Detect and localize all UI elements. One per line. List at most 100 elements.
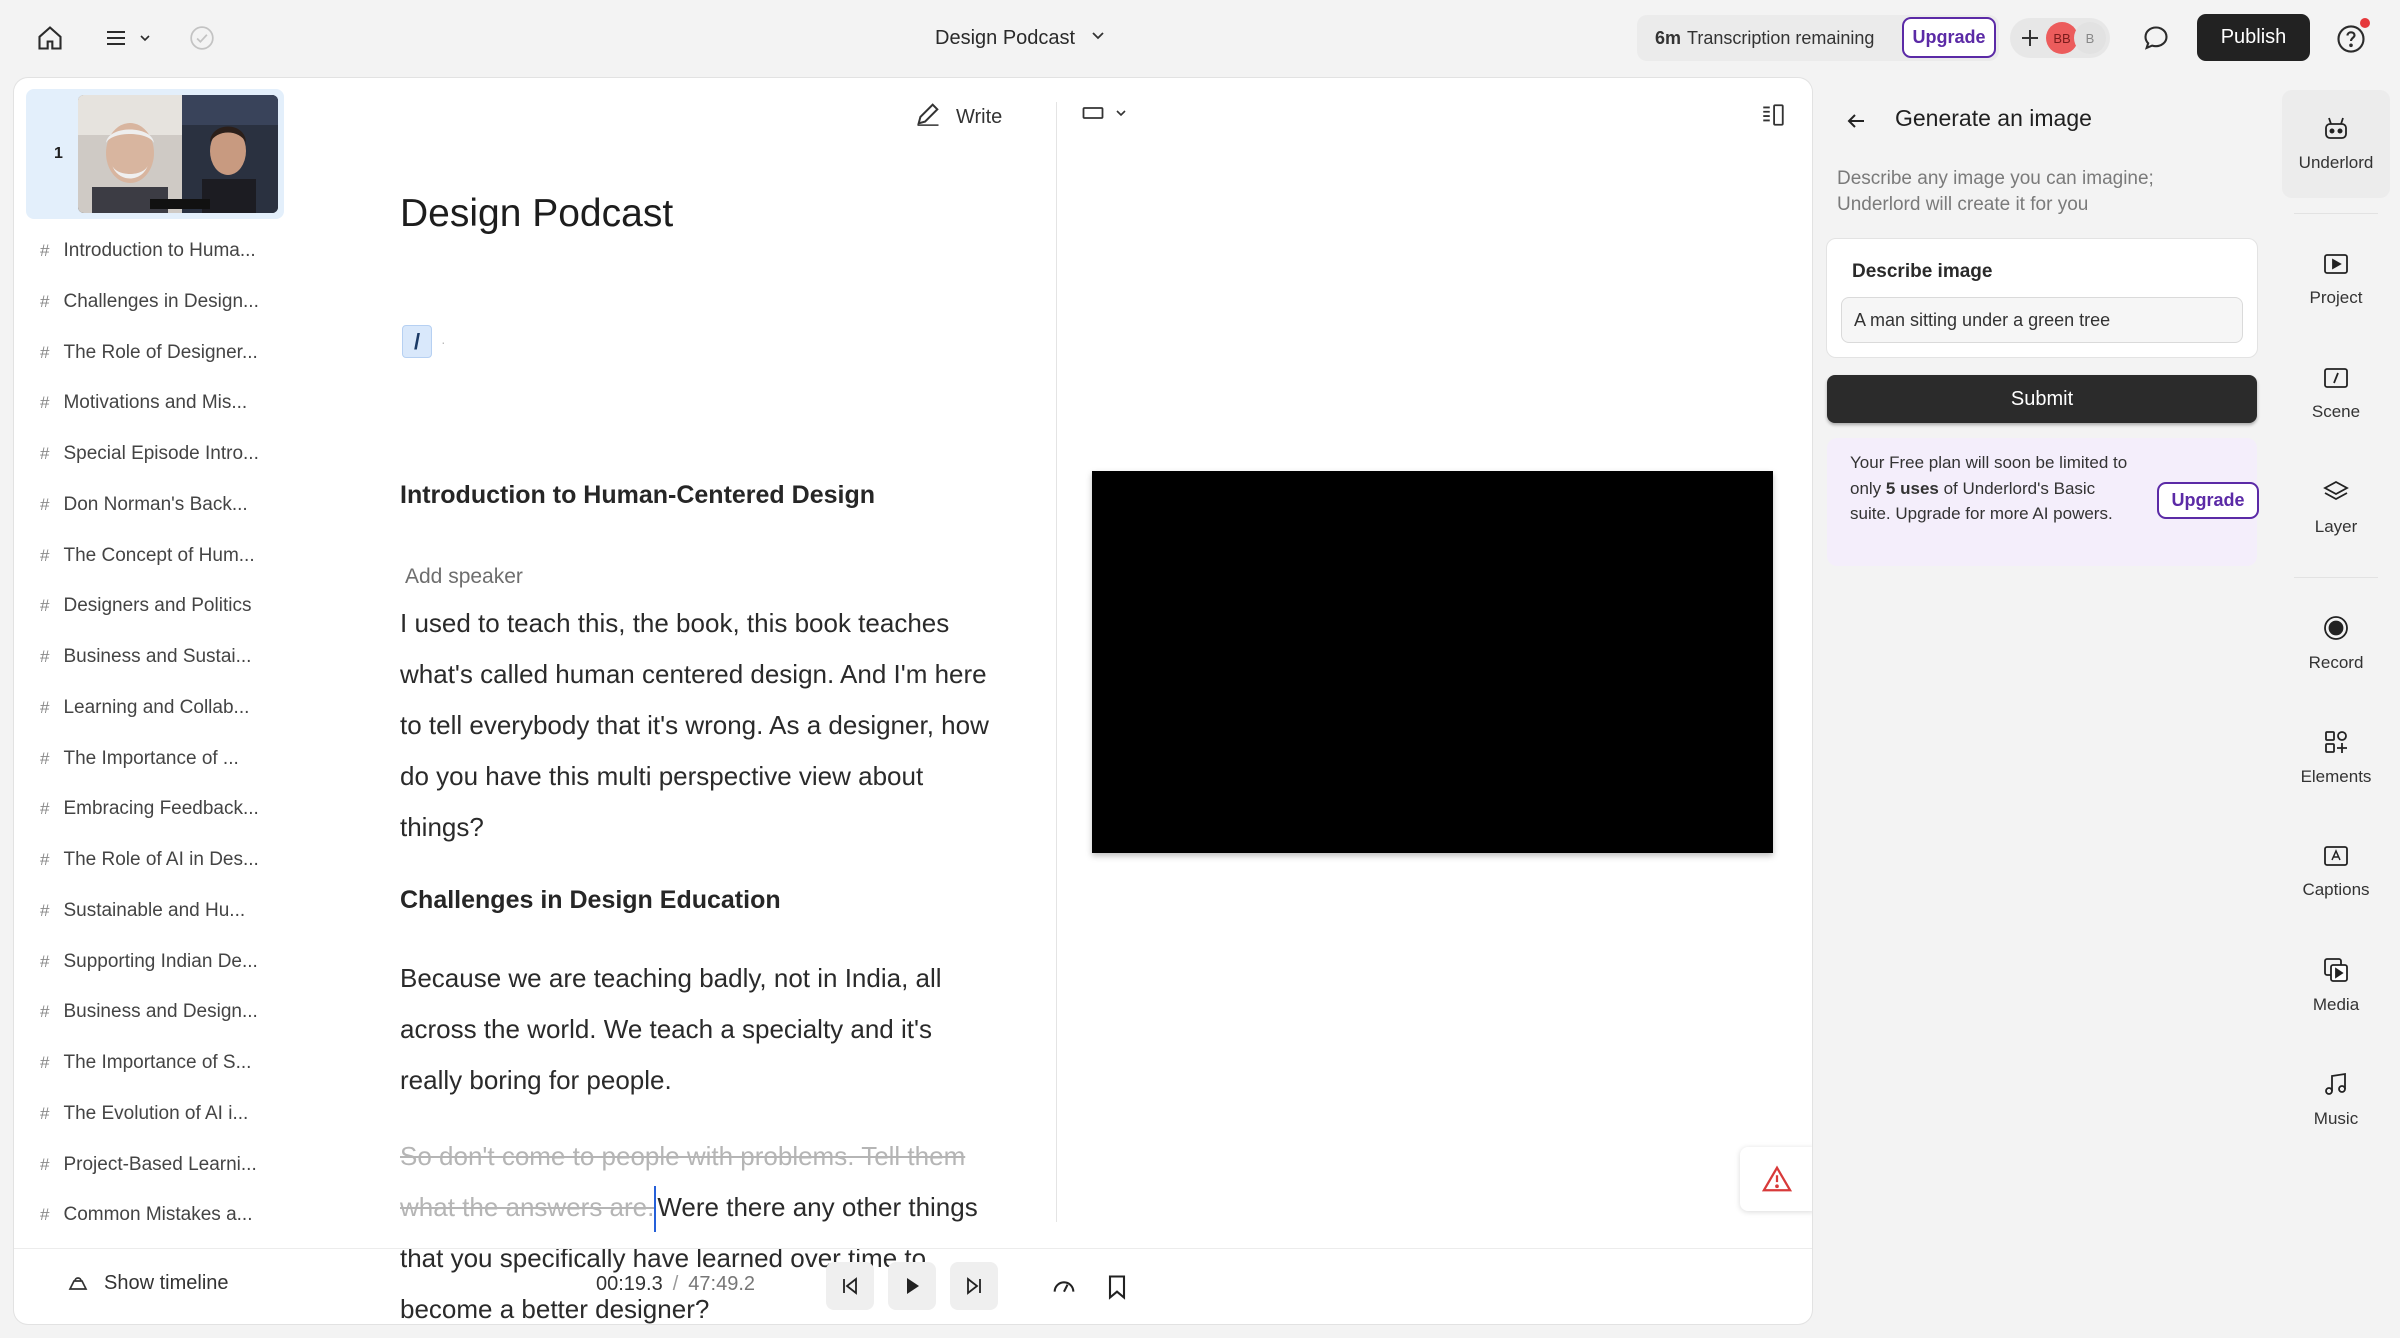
placeholder-dot: · — [441, 334, 446, 350]
script-title[interactable]: Design Podcast — [400, 192, 673, 236]
chapter-item[interactable]: # Supporting Indian De... — [40, 942, 290, 982]
skip-forward-button[interactable] — [950, 1262, 998, 1310]
plan-upgrade-button[interactable]: Upgrade — [2157, 482, 2259, 519]
hash-icon: # — [40, 901, 50, 920]
skip-back-icon — [843, 1277, 857, 1295]
hash-icon: # — [40, 1205, 50, 1224]
chapter-item[interactable]: # Motivations and Mis... — [40, 383, 290, 423]
timeline-icon — [68, 1277, 88, 1290]
write-mode-button[interactable]: Write — [914, 100, 1002, 134]
chapter-item[interactable]: # The Role of Designer... — [40, 333, 290, 373]
scene-icon — [2324, 368, 2348, 388]
play-icon — [907, 1278, 919, 1294]
chapter-item[interactable]: # Business and Sustai... — [40, 637, 290, 677]
describe-image-input[interactable] — [1841, 297, 2243, 343]
chapter-label: The Importance of S... — [63, 1052, 252, 1073]
chapter-item[interactable]: # Business and Design... — [40, 992, 290, 1032]
chapter-heading[interactable]: Challenges in Design Education — [400, 886, 781, 915]
chapter-item[interactable]: # The Role of AI in Des... — [40, 840, 290, 880]
hash-icon: # — [40, 698, 50, 717]
chapter-item[interactable]: # Common Mistakes a... — [40, 1195, 290, 1235]
aspect-ratio-icon — [1082, 107, 1104, 119]
captions-icon — [2324, 846, 2348, 866]
current-time: 00:19.3 — [596, 1273, 663, 1295]
submit-button[interactable]: Submit — [1827, 375, 2257, 423]
speed-icon[interactable] — [1050, 1273, 1078, 1306]
chapter-item[interactable]: # Project-Based Learni... — [40, 1145, 290, 1185]
transcription-amount: 6m — [1655, 27, 1682, 48]
back-arrow-icon[interactable] — [1844, 109, 1868, 138]
transcript-paragraph[interactable]: I used to teach this, the book, this boo… — [400, 598, 990, 853]
chapter-item[interactable]: # The Importance of S... — [40, 1043, 290, 1083]
plan-notice: Your Free plan will soon be limited to o… — [1827, 438, 2259, 566]
toggle-panel-icon[interactable] — [1760, 102, 1786, 133]
hash-icon: # — [40, 1053, 50, 1072]
robot-icon — [2325, 117, 2347, 139]
rail-item-underlord[interactable]: Underlord — [2282, 90, 2390, 198]
project-icon — [2324, 254, 2348, 274]
chapter-label: Don Norman's Back... — [63, 494, 248, 515]
chapter-label: Common Mistakes a... — [63, 1204, 253, 1225]
rail-item-layer[interactable]: Layer — [2282, 454, 2390, 562]
rail-item-captions[interactable]: Captions — [2282, 818, 2390, 926]
chapter-item[interactable]: # Designers and Politics — [40, 586, 290, 626]
skip-back-button[interactable] — [826, 1262, 874, 1310]
chapter-item[interactable]: # The Importance of ... — [40, 739, 290, 779]
chapter-label: Challenges in Design... — [63, 291, 259, 312]
add-icon[interactable] — [2018, 26, 2042, 55]
rail-item-elements[interactable]: Elements — [2282, 704, 2390, 812]
aspect-ratio-dropdown[interactable] — [1082, 106, 1128, 120]
chapter-item[interactable]: # Embracing Feedback... — [40, 789, 290, 829]
chapter-label: Project-Based Learni... — [63, 1154, 257, 1175]
comment-icon[interactable] — [2140, 22, 2172, 54]
rail-label: Underlord — [2298, 153, 2374, 172]
bookmark-icon[interactable] — [1104, 1273, 1130, 1306]
rail-item-scene[interactable]: Scene — [2282, 340, 2390, 448]
rail-item-media[interactable]: Media — [2282, 932, 2390, 1040]
chapter-label: Motivations and Mis... — [63, 392, 248, 413]
add-speaker-button[interactable]: Add speaker — [405, 565, 523, 589]
chapter-item[interactable]: # Challenges in Design... — [40, 282, 290, 322]
chapter-item[interactable]: # The Evolution of AI i... — [40, 1094, 290, 1134]
panel-divider[interactable] — [1056, 102, 1057, 1222]
rail-label: Scene — [2311, 402, 2361, 421]
menu-icon[interactable] — [100, 22, 156, 54]
scene-thumbnail-image — [78, 95, 278, 213]
rail-item-music[interactable]: Music — [2282, 1046, 2390, 1154]
chapter-label: The Role of Designer... — [63, 342, 258, 363]
upgrade-button[interactable]: Upgrade — [1902, 17, 1996, 58]
help-icon[interactable] — [2334, 18, 2370, 56]
show-timeline-button[interactable]: Show timeline — [66, 1271, 229, 1295]
collaborators[interactable]: BB B — [2010, 18, 2110, 58]
scene-thumbnail[interactable]: 1 — [26, 89, 284, 219]
chapter-label: Business and Design... — [63, 1001, 258, 1022]
rail-item-project[interactable]: Project — [2282, 226, 2390, 334]
hash-icon: # — [40, 1002, 50, 1021]
chapter-item[interactable]: # Special Episode Intro... — [40, 434, 290, 474]
tool-rail: Underlord Project Scene Layer Record Ele… — [2272, 78, 2400, 1324]
video-preview[interactable] — [1092, 471, 1773, 853]
document-title-dropdown[interactable]: Design Podcast — [935, 20, 1107, 56]
chapter-item[interactable]: # Don Norman's Back... — [40, 485, 290, 525]
play-button[interactable] — [888, 1262, 936, 1310]
check-circle-icon[interactable] — [188, 24, 216, 52]
total-time: 47:49.2 — [688, 1273, 756, 1295]
divider — [14, 1248, 1812, 1249]
hash-icon: # — [40, 647, 50, 666]
home-icon[interactable] — [34, 22, 66, 54]
chapter-heading[interactable]: Introduction to Human-Centered Design — [400, 481, 875, 510]
chapter-item[interactable]: # The Concept of Hum... — [40, 536, 290, 576]
describe-image-card: Describe image — [1826, 238, 2258, 358]
warning-button[interactable] — [1740, 1147, 1812, 1211]
slash-command-chip[interactable]: / — [402, 325, 432, 358]
publish-button[interactable]: Publish — [2197, 14, 2310, 61]
avatar[interactable]: B — [2074, 22, 2106, 54]
chapter-item[interactable]: # Learning and Collab... — [40, 688, 290, 728]
transcript-paragraph[interactable]: Because we are teaching badly, not in In… — [400, 953, 990, 1106]
hash-icon: # — [40, 596, 50, 615]
write-label: Write — [956, 105, 1003, 128]
chapter-item[interactable]: # Sustainable and Hu... — [40, 891, 290, 931]
rail-label: Media — [2312, 995, 2360, 1014]
chapter-item[interactable]: # Introduction to Huma... — [40, 231, 290, 271]
rail-item-record[interactable]: Record — [2282, 590, 2390, 698]
